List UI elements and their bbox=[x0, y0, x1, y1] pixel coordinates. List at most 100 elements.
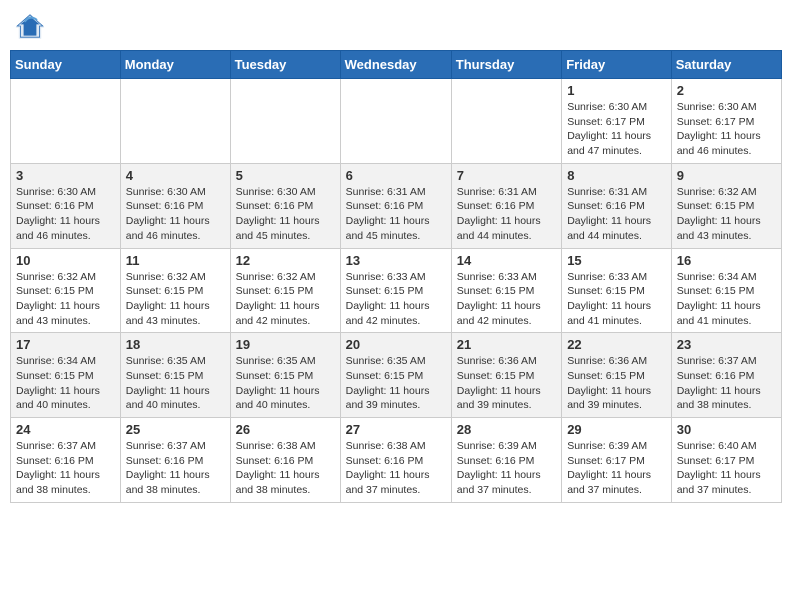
day-number: 2 bbox=[677, 83, 776, 98]
week-row-3: 10 Sunrise: 6:32 AM Sunset: 6:15 PM Dayli… bbox=[11, 248, 782, 333]
weekday-header-monday: Monday bbox=[120, 51, 230, 79]
day-number: 10 bbox=[16, 253, 115, 268]
day-info: Sunrise: 6:36 AM Sunset: 6:15 PM Dayligh… bbox=[567, 354, 666, 413]
day-number: 5 bbox=[236, 168, 335, 183]
day-info: Sunrise: 6:37 AM Sunset: 6:16 PM Dayligh… bbox=[677, 354, 776, 413]
day-number: 1 bbox=[567, 83, 666, 98]
day-number: 26 bbox=[236, 422, 335, 437]
day-info: Sunrise: 6:30 AM Sunset: 6:17 PM Dayligh… bbox=[677, 100, 776, 159]
weekday-header-saturday: Saturday bbox=[671, 51, 781, 79]
calendar-cell bbox=[230, 79, 340, 164]
calendar-cell bbox=[11, 79, 121, 164]
calendar-cell: 12 Sunrise: 6:32 AM Sunset: 6:15 PM Dayli… bbox=[230, 248, 340, 333]
day-number: 13 bbox=[346, 253, 446, 268]
week-row-2: 3 Sunrise: 6:30 AM Sunset: 6:16 PM Daylig… bbox=[11, 163, 782, 248]
calendar-cell: 22 Sunrise: 6:36 AM Sunset: 6:15 PM Dayli… bbox=[562, 333, 672, 418]
day-info: Sunrise: 6:30 AM Sunset: 6:17 PM Dayligh… bbox=[567, 100, 666, 159]
calendar-cell: 14 Sunrise: 6:33 AM Sunset: 6:15 PM Dayli… bbox=[451, 248, 561, 333]
day-info: Sunrise: 6:32 AM Sunset: 6:15 PM Dayligh… bbox=[677, 185, 776, 244]
day-number: 6 bbox=[346, 168, 446, 183]
logo bbox=[14, 10, 50, 42]
day-number: 21 bbox=[457, 337, 556, 352]
day-info: Sunrise: 6:32 AM Sunset: 6:15 PM Dayligh… bbox=[16, 270, 115, 329]
logo-icon bbox=[14, 10, 46, 42]
day-number: 9 bbox=[677, 168, 776, 183]
calendar-cell: 29 Sunrise: 6:39 AM Sunset: 6:17 PM Dayli… bbox=[562, 418, 672, 503]
calendar-cell: 9 Sunrise: 6:32 AM Sunset: 6:15 PM Daylig… bbox=[671, 163, 781, 248]
calendar-cell bbox=[120, 79, 230, 164]
calendar-cell: 24Sunrise: 6:37 AM Sunset: 6:16 PM Dayli… bbox=[11, 418, 121, 503]
day-number: 28 bbox=[457, 422, 556, 437]
calendar-cell: 4 Sunrise: 6:30 AM Sunset: 6:16 PM Daylig… bbox=[120, 163, 230, 248]
day-number: 8 bbox=[567, 168, 666, 183]
day-info: Sunrise: 6:33 AM Sunset: 6:15 PM Dayligh… bbox=[457, 270, 556, 329]
day-info: Sunrise: 6:32 AM Sunset: 6:15 PM Dayligh… bbox=[126, 270, 225, 329]
calendar-cell: 25 Sunrise: 6:37 AM Sunset: 6:16 PM Dayli… bbox=[120, 418, 230, 503]
calendar-cell: 1 Sunrise: 6:30 AM Sunset: 6:17 PM Daylig… bbox=[562, 79, 672, 164]
calendar-cell: 28 Sunrise: 6:39 AM Sunset: 6:16 PM Dayli… bbox=[451, 418, 561, 503]
weekday-header-sunday: Sunday bbox=[11, 51, 121, 79]
day-info: Sunrise: 6:36 AM Sunset: 6:15 PM Dayligh… bbox=[457, 354, 556, 413]
day-number: 23 bbox=[677, 337, 776, 352]
weekday-header-wednesday: Wednesday bbox=[340, 51, 451, 79]
day-number: 12 bbox=[236, 253, 335, 268]
day-number: 15 bbox=[567, 253, 666, 268]
day-number: 7 bbox=[457, 168, 556, 183]
day-number: 18 bbox=[126, 337, 225, 352]
day-info: Sunrise: 6:31 AM Sunset: 6:16 PM Dayligh… bbox=[567, 185, 666, 244]
day-info: Sunrise: 6:33 AM Sunset: 6:15 PM Dayligh… bbox=[346, 270, 446, 329]
weekday-header-row: SundayMondayTuesdayWednesdayThursdayFrid… bbox=[11, 51, 782, 79]
day-number: 20 bbox=[346, 337, 446, 352]
calendar-cell: 13 Sunrise: 6:33 AM Sunset: 6:15 PM Dayli… bbox=[340, 248, 451, 333]
day-info: Sunrise: 6:32 AM Sunset: 6:15 PM Dayligh… bbox=[236, 270, 335, 329]
calendar-cell: 26 Sunrise: 6:38 AM Sunset: 6:16 PM Dayli… bbox=[230, 418, 340, 503]
calendar-cell: 10 Sunrise: 6:32 AM Sunset: 6:15 PM Dayli… bbox=[11, 248, 121, 333]
day-info: Sunrise: 6:39 AM Sunset: 6:17 PM Dayligh… bbox=[567, 439, 666, 498]
calendar: SundayMondayTuesdayWednesdayThursdayFrid… bbox=[10, 50, 782, 503]
calendar-cell: 8 Sunrise: 6:31 AM Sunset: 6:16 PM Daylig… bbox=[562, 163, 672, 248]
calendar-cell: 15 Sunrise: 6:33 AM Sunset: 6:15 PM Dayli… bbox=[562, 248, 672, 333]
day-info: Sunrise: 6:34 AM Sunset: 6:15 PM Dayligh… bbox=[16, 354, 115, 413]
weekday-header-thursday: Thursday bbox=[451, 51, 561, 79]
day-info: Sunrise: 6:37 AM Sunset: 6:16 PM Dayligh… bbox=[126, 439, 225, 498]
day-number: 14 bbox=[457, 253, 556, 268]
calendar-cell: 30 Sunrise: 6:40 AM Sunset: 6:17 PM Dayli… bbox=[671, 418, 781, 503]
day-number: 29 bbox=[567, 422, 666, 437]
calendar-cell: 3 Sunrise: 6:30 AM Sunset: 6:16 PM Daylig… bbox=[11, 163, 121, 248]
calendar-cell: 23 Sunrise: 6:37 AM Sunset: 6:16 PM Dayli… bbox=[671, 333, 781, 418]
day-number: 25 bbox=[126, 422, 225, 437]
calendar-cell: 17Sunrise: 6:34 AM Sunset: 6:15 PM Dayli… bbox=[11, 333, 121, 418]
day-number: 22 bbox=[567, 337, 666, 352]
calendar-cell: 16Sunrise: 6:34 AM Sunset: 6:15 PM Dayli… bbox=[671, 248, 781, 333]
weekday-header-friday: Friday bbox=[562, 51, 672, 79]
day-number: 30 bbox=[677, 422, 776, 437]
calendar-cell: 2 Sunrise: 6:30 AM Sunset: 6:17 PM Daylig… bbox=[671, 79, 781, 164]
calendar-cell: 5Sunrise: 6:30 AM Sunset: 6:16 PM Daylig… bbox=[230, 163, 340, 248]
day-info: Sunrise: 6:38 AM Sunset: 6:16 PM Dayligh… bbox=[346, 439, 446, 498]
day-info: Sunrise: 6:38 AM Sunset: 6:16 PM Dayligh… bbox=[236, 439, 335, 498]
week-row-4: 17Sunrise: 6:34 AM Sunset: 6:15 PM Dayli… bbox=[11, 333, 782, 418]
calendar-cell: 19 Sunrise: 6:35 AM Sunset: 6:15 PM Dayli… bbox=[230, 333, 340, 418]
day-number: 27 bbox=[346, 422, 446, 437]
day-number: 19 bbox=[236, 337, 335, 352]
day-info: Sunrise: 6:30 AM Sunset: 6:16 PM Dayligh… bbox=[16, 185, 115, 244]
day-number: 11 bbox=[126, 253, 225, 268]
day-number: 3 bbox=[16, 168, 115, 183]
day-info: Sunrise: 6:33 AM Sunset: 6:15 PM Dayligh… bbox=[567, 270, 666, 329]
day-info: Sunrise: 6:31 AM Sunset: 6:16 PM Dayligh… bbox=[457, 185, 556, 244]
day-info: Sunrise: 6:39 AM Sunset: 6:16 PM Dayligh… bbox=[457, 439, 556, 498]
weekday-header-tuesday: Tuesday bbox=[230, 51, 340, 79]
calendar-cell: 7 Sunrise: 6:31 AM Sunset: 6:16 PM Daylig… bbox=[451, 163, 561, 248]
day-info: Sunrise: 6:40 AM Sunset: 6:17 PM Dayligh… bbox=[677, 439, 776, 498]
day-info: Sunrise: 6:31 AM Sunset: 6:16 PM Dayligh… bbox=[346, 185, 446, 244]
calendar-cell: 27 Sunrise: 6:38 AM Sunset: 6:16 PM Dayli… bbox=[340, 418, 451, 503]
day-info: Sunrise: 6:30 AM Sunset: 6:16 PM Dayligh… bbox=[126, 185, 225, 244]
day-info: Sunrise: 6:35 AM Sunset: 6:15 PM Dayligh… bbox=[236, 354, 335, 413]
day-info: Sunrise: 6:37 AM Sunset: 6:16 PM Dayligh… bbox=[16, 439, 115, 498]
week-row-5: 24Sunrise: 6:37 AM Sunset: 6:16 PM Dayli… bbox=[11, 418, 782, 503]
calendar-cell: 18Sunrise: 6:35 AM Sunset: 6:15 PM Dayli… bbox=[120, 333, 230, 418]
day-number: 16 bbox=[677, 253, 776, 268]
calendar-cell bbox=[451, 79, 561, 164]
day-number: 4 bbox=[126, 168, 225, 183]
week-row-1: 1 Sunrise: 6:30 AM Sunset: 6:17 PM Daylig… bbox=[11, 79, 782, 164]
